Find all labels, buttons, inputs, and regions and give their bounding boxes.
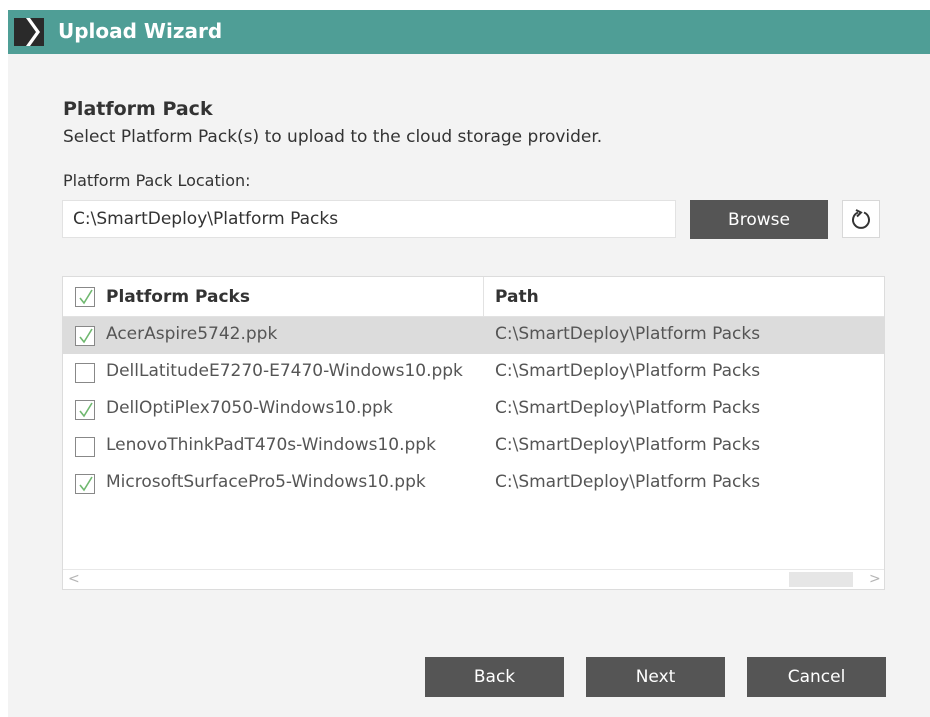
checkmark-icon (79, 402, 93, 418)
upload-wizard-window: Upload Wizard Platform Pack Select Platf… (8, 10, 930, 717)
next-button[interactable]: Next (586, 657, 725, 697)
select-all-checkbox[interactable] (75, 287, 95, 307)
chevron-logo-icon (14, 18, 44, 46)
pack-name-cell: MicrosoftSurfacePro5-Windows10.ppk (106, 472, 426, 492)
scroll-right-icon[interactable]: > (869, 571, 881, 587)
row-checkbox[interactable] (75, 326, 95, 346)
scrollbar-track[interactable] (87, 572, 789, 587)
column-header-platform-packs[interactable]: Platform Packs (106, 287, 250, 307)
column-divider[interactable] (483, 277, 484, 317)
table-row[interactable]: DellLatitudeE7270-E7470-Windows10.ppk C:… (63, 354, 884, 391)
checkmark-icon (79, 476, 93, 492)
checkmark-icon (79, 289, 93, 305)
page-subtitle: Select Platform Pack(s) to upload to the… (63, 127, 603, 147)
table-row[interactable]: MicrosoftSurfacePro5-Windows10.ppk C:\Sm… (63, 465, 884, 502)
row-checkbox[interactable] (75, 474, 95, 494)
pack-path-cell: C:\SmartDeploy\Platform Packs (495, 361, 761, 381)
scrollbar-thumb[interactable] (789, 572, 853, 587)
refresh-button[interactable] (842, 200, 880, 238)
pack-name-cell: AcerAspire5742.ppk (106, 324, 278, 344)
pack-name-cell: DellLatitudeE7270-E7470-Windows10.ppk (106, 361, 463, 381)
table-row[interactable]: DellOptiPlex7050-Windows10.ppk C:\SmartD… (63, 391, 884, 428)
scroll-left-icon[interactable]: < (68, 571, 80, 587)
pack-name-cell: DellOptiPlex7050-Windows10.ppk (106, 398, 393, 418)
browse-button[interactable]: Browse (690, 200, 828, 239)
pack-path-cell: C:\SmartDeploy\Platform Packs (495, 324, 761, 344)
row-checkbox[interactable] (75, 363, 95, 383)
platform-packs-grid: Platform Packs Path AcerAspire5742.ppk C… (62, 276, 885, 590)
checkmark-icon (79, 328, 93, 344)
pack-name-cell: LenovoThinkPadT470s-Windows10.ppk (106, 435, 436, 455)
grid-header: Platform Packs Path (63, 277, 884, 317)
pack-path-cell: C:\SmartDeploy\Platform Packs (495, 435, 761, 455)
page-heading: Platform Pack (63, 98, 213, 120)
row-checkbox[interactable] (75, 437, 95, 457)
location-input[interactable] (62, 200, 676, 238)
refresh-icon (852, 209, 870, 229)
window-title: Upload Wizard (58, 19, 223, 43)
table-row[interactable]: LenovoThinkPadT470s-Windows10.ppk C:\Sma… (63, 428, 884, 465)
horizontal-scrollbar[interactable]: < > (63, 569, 884, 589)
location-label: Platform Pack Location: (63, 171, 251, 190)
pack-path-cell: C:\SmartDeploy\Platform Packs (495, 398, 761, 418)
column-header-path[interactable]: Path (495, 287, 539, 307)
title-bar: Upload Wizard (8, 10, 930, 54)
table-row[interactable]: AcerAspire5742.ppk C:\SmartDeploy\Platfo… (63, 317, 884, 354)
row-checkbox[interactable] (75, 400, 95, 420)
pack-path-cell: C:\SmartDeploy\Platform Packs (495, 472, 761, 492)
cancel-button[interactable]: Cancel (747, 657, 886, 697)
back-button[interactable]: Back (425, 657, 564, 697)
